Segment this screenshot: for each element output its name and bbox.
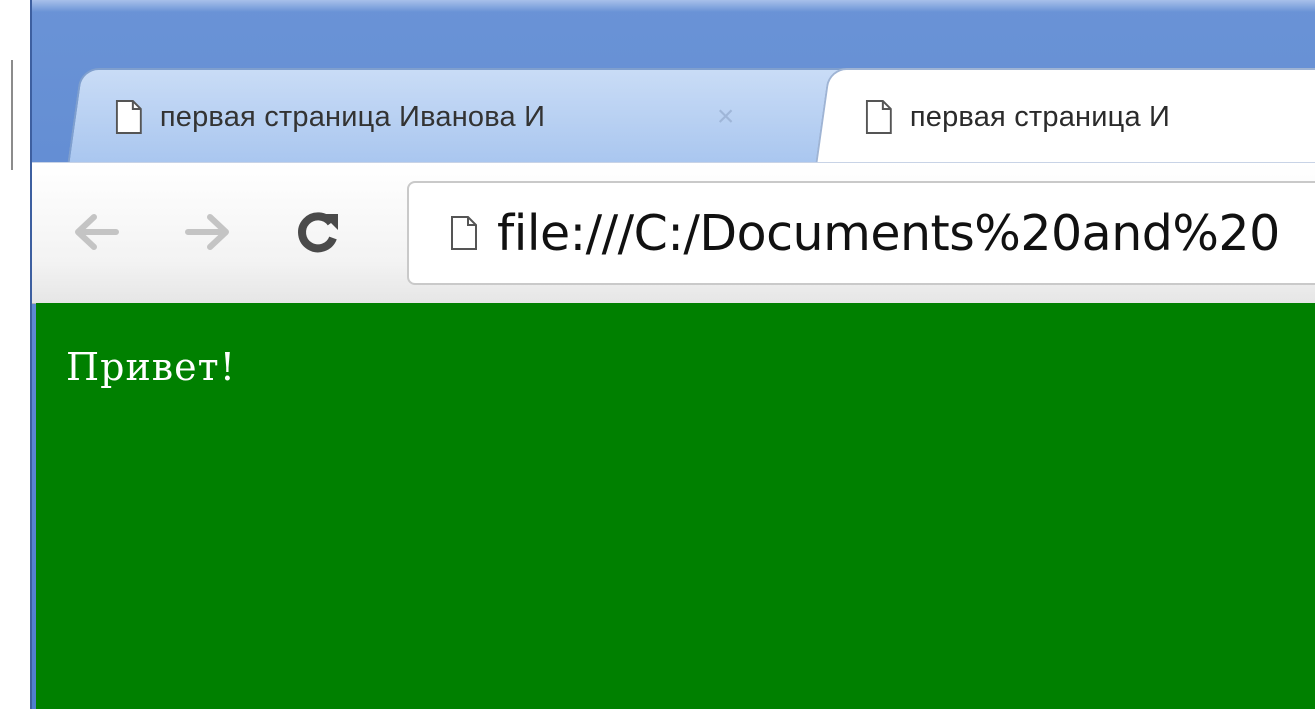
url-text[interactable]: file:///C:/Documents%20and%20 — [497, 205, 1280, 262]
tab-title: первая страница И — [909, 100, 1171, 133]
tab-active[interactable]: первая страница И — [815, 68, 1315, 164]
toolbar: file:///C:/Documents%20and%20 — [32, 162, 1315, 304]
forward-button[interactable] — [182, 208, 234, 260]
page-icon — [865, 100, 892, 134]
title-bar — [32, 0, 1315, 12]
arrow-right-icon — [184, 212, 232, 257]
arrow-left-icon — [72, 212, 120, 257]
page-icon — [115, 100, 142, 134]
tab-title: первая страница Иванова И — [159, 100, 546, 133]
desktop-edge — [0, 0, 30, 709]
page-content: Привет! — [36, 303, 1315, 709]
page-icon — [451, 216, 477, 250]
desktop-divider — [11, 60, 13, 170]
greeting-text: Привет! — [66, 345, 236, 389]
address-bar[interactable]: file:///C:/Documents%20and%20 — [407, 181, 1315, 285]
browser-window: первая страница Иванова И × первая стран… — [30, 0, 1315, 709]
reload-icon — [294, 208, 342, 261]
tab-inactive[interactable]: первая страница Иванова И × — [67, 68, 861, 164]
close-icon[interactable]: × — [717, 100, 735, 133]
reload-button[interactable] — [292, 208, 344, 260]
back-button[interactable] — [70, 208, 122, 260]
